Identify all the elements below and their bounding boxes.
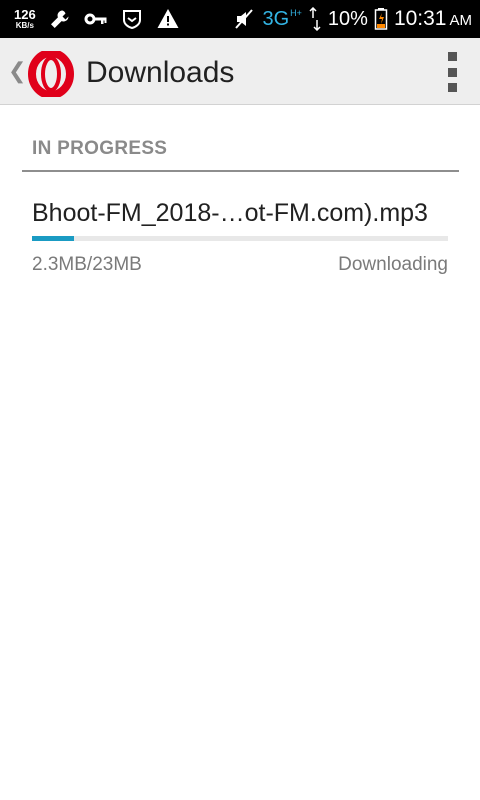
mute-icon xyxy=(235,9,254,29)
status-bar-left: 126 KB/s xyxy=(14,6,180,32)
download-progress-fill xyxy=(32,236,74,241)
network-type-label: 3G xyxy=(262,8,290,30)
network-speed-unit: KB/s xyxy=(15,21,34,30)
opera-logo[interactable] xyxy=(28,51,74,97)
download-item[interactable]: Bhoot-FM_2018-…ot-FM.com).mp3 2.3MB/23MB… xyxy=(32,190,448,290)
network-type-sub: H+ xyxy=(290,8,302,18)
battery-icon xyxy=(374,8,388,30)
battery-percent: 10% xyxy=(327,7,368,30)
signal-icon xyxy=(309,7,321,31)
download-file-name: Bhoot-FM_2018-…ot-FM.com).mp3 xyxy=(32,199,428,227)
page-title: Downloads xyxy=(86,56,235,89)
menu-dot xyxy=(447,83,457,92)
network-type: 3G H+ xyxy=(262,8,301,30)
download-status: Downloading xyxy=(338,254,448,275)
menu-dot xyxy=(447,67,457,77)
wrench-icon xyxy=(50,10,69,28)
status-bar-right: 3G H+ 10% 10:31 AM xyxy=(232,4,472,34)
download-size: 2.3MB/23MB xyxy=(32,254,142,275)
key-icon xyxy=(84,13,107,25)
network-speed-value: 126 xyxy=(14,7,36,22)
menu-dot xyxy=(447,52,457,61)
action-bar: ❮ Downloads xyxy=(0,38,480,105)
clock: 10:31 AM xyxy=(394,7,472,31)
download-progress-bar xyxy=(32,236,448,241)
status-bar: 126 KB/s 3G H+ 10% 10:31 AM xyxy=(0,0,480,38)
clock-time: 10:31 xyxy=(393,7,447,30)
overflow-menu-icon[interactable] xyxy=(446,52,458,92)
clock-ampm: AM xyxy=(449,12,473,29)
warning-icon xyxy=(157,9,179,28)
section-header-in-progress: IN PROGRESS xyxy=(22,126,459,172)
network-speed: 126 KB/s xyxy=(14,8,36,30)
back-chevron-icon[interactable]: ❮ xyxy=(8,58,26,84)
section-header-label: IN PROGRESS xyxy=(32,138,168,159)
shield-icon xyxy=(122,10,141,30)
